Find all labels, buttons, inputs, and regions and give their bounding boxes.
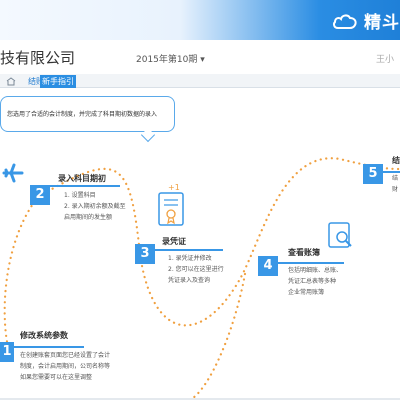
step-description: 包括明细账、总账、 凭证汇总表等多种 企业常用账簿 [288,265,342,298]
tab-beginner-guide[interactable]: 新手指引 [40,75,76,88]
step-number[interactable]: 3 [135,244,155,264]
step-title[interactable]: 结 [392,155,400,166]
step-line-1: 1. 设置科目 [64,192,96,199]
step-line-1: 包括明细账、总账、 [288,267,343,274]
intro-text: 您选用了合适的会计制度，并完成了科目期初数据的录入 [7,111,158,118]
step-description: 1. 录凭证并修改 2. 您可以在这里进行 凭证录入及查询 [168,253,224,286]
step-underline [50,185,120,187]
step-line-2: 财 [392,186,399,193]
step-line-1: 在创建账套页面您已经设置了会计 [20,352,111,359]
step-line-1: 1. 录凭证并修改 [168,255,212,262]
period-label: 2015年第10期 [136,55,198,65]
step-line-1: 结 [392,175,399,182]
step-description: 1. 设置科目 2. 录入期初余额及截至 启用期间的发生额 [64,190,126,223]
step-line-2: 凭证汇总表等多种 [288,278,337,285]
step-line-3: 启用期间的发生额 [64,214,113,221]
step-title[interactable]: 查看账簿 [288,247,320,258]
step-line-2: 2. 录入期初余额及截至 [64,203,126,210]
step-description: 结 财 [392,173,398,195]
step-underline [155,249,223,251]
search-document-icon [328,222,352,248]
user-name[interactable]: 王小 [376,52,394,65]
step-title[interactable]: 录入科目期初 [58,173,106,184]
guide-content: 您选用了合适的会计制度，并完成了科目期初数据的录入 2 录入科目期初 1. 设置… [0,89,400,400]
step-underline [14,346,84,348]
brand-name: 精斗 [364,13,400,33]
step-number[interactable]: 5 [363,164,383,184]
step-line-2: 2. 您可以在这里进行 [168,266,224,273]
company-row: 技有限公司 2015年第10期 ▾ 王小 [0,44,400,70]
tab-home[interactable] [0,75,22,88]
brand: 精斗 [332,8,400,33]
airplane-icon [2,163,24,183]
step-title[interactable]: 修改系统参数 [20,330,68,341]
intro-bubble: 您选用了合适的会计制度，并完成了科目期初数据的录入 [0,96,175,132]
tab-bar: 结账 新手指引 [0,74,400,88]
step-line-3: 企业常用账簿 [288,289,325,296]
step-title[interactable]: 录凭证 [162,236,186,247]
home-icon [6,77,16,86]
step-description: 在创建账套页面您已经设置了会计 制度，会计启用期间，公司名称等 如果您需要可以在… [20,350,110,383]
chevron-down-icon: ▾ [200,55,205,65]
step-line-3: 凭证录入及查询 [168,277,211,284]
app-window: 精斗 技有限公司 2015年第10期 ▾ 王小 结账 新手指引 您选用了合适的会… [0,0,400,400]
step-line-2: 制度，会计启用期间，公司名称等 [20,363,111,370]
voucher-icon [158,192,184,226]
top-bar: 精斗 [0,0,400,40]
step-line-3: 如果您需要可以在这里调整 [20,374,93,381]
step-number[interactable]: 4 [258,256,278,276]
step-underline [278,262,344,264]
period-selector[interactable]: 2015年第10期 ▾ [136,52,205,65]
cloud-icon [333,14,357,29]
company-name: 技有限公司 [0,49,76,67]
step-number[interactable]: 2 [30,185,50,205]
step-number[interactable]: 1 [0,342,14,362]
